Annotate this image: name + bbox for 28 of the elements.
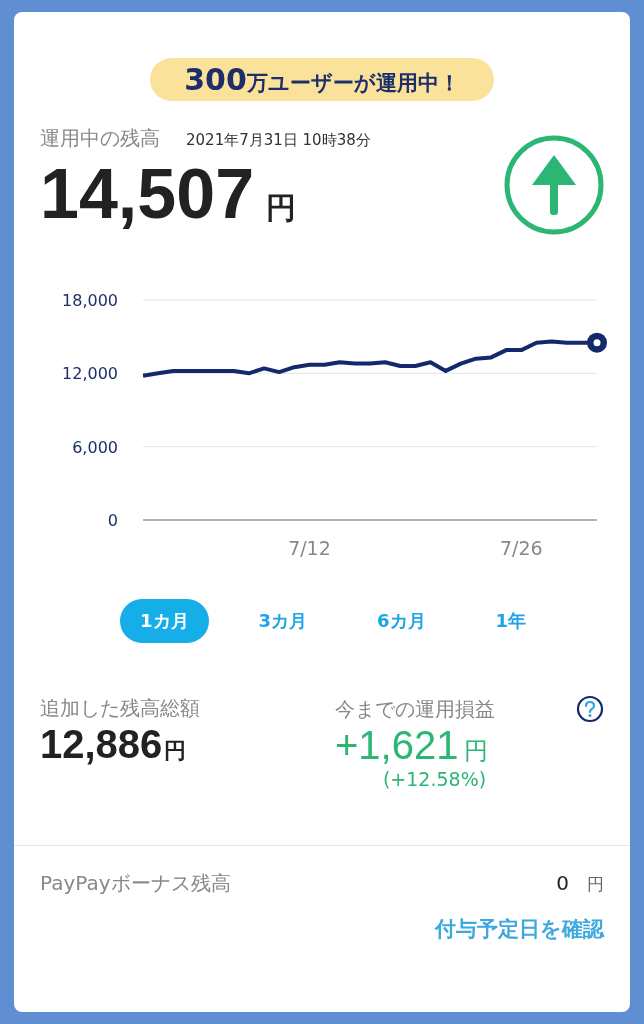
profit-percent: (+12.58%) <box>382 768 488 790</box>
currency-unit: 円 <box>464 736 489 767</box>
x-axis-label: 7/12 <box>288 537 331 559</box>
profit-amount: +1,621 <box>334 723 459 768</box>
currency-unit: 円 <box>164 737 187 765</box>
currency-unit: 円 <box>266 189 297 227</box>
balance-label: 運用中の残高 <box>40 125 160 152</box>
period-tab[interactable]: 1カ月 <box>120 599 209 643</box>
balance-amount: 14,507 <box>40 156 255 233</box>
users-banner: 300万ユーザーが運用中！ <box>150 58 494 101</box>
grant-date-link[interactable]: 付与予定日を確認 <box>435 915 604 943</box>
timestamp: 2021年7月31日 10時38分 <box>186 131 371 150</box>
help-icon[interactable] <box>576 695 604 723</box>
y-axis-label: 6,000 <box>72 437 118 457</box>
period-tab[interactable]: 1年 <box>475 599 547 643</box>
x-axis-label: 7/26 <box>500 537 543 559</box>
deposited-amount: 12,886 <box>40 722 163 767</box>
end-point-marker <box>587 332 607 353</box>
y-axis-label: 0 <box>107 511 118 530</box>
period-tab[interactable]: 6カ月 <box>357 599 446 643</box>
deposited-label: 追加した残高総額 <box>40 695 201 722</box>
y-axis-label: 12,000 <box>62 364 118 384</box>
currency-unit: 円 <box>587 873 604 896</box>
profit-label: 今までの運用損益 <box>334 695 495 723</box>
period-tab[interactable]: 3カ月 <box>238 599 328 643</box>
bonus-label: PayPayボーナス残高 <box>40 870 232 897</box>
bonus-amount: 0 <box>556 871 569 895</box>
y-axis-label: 18,000 <box>62 291 118 310</box>
